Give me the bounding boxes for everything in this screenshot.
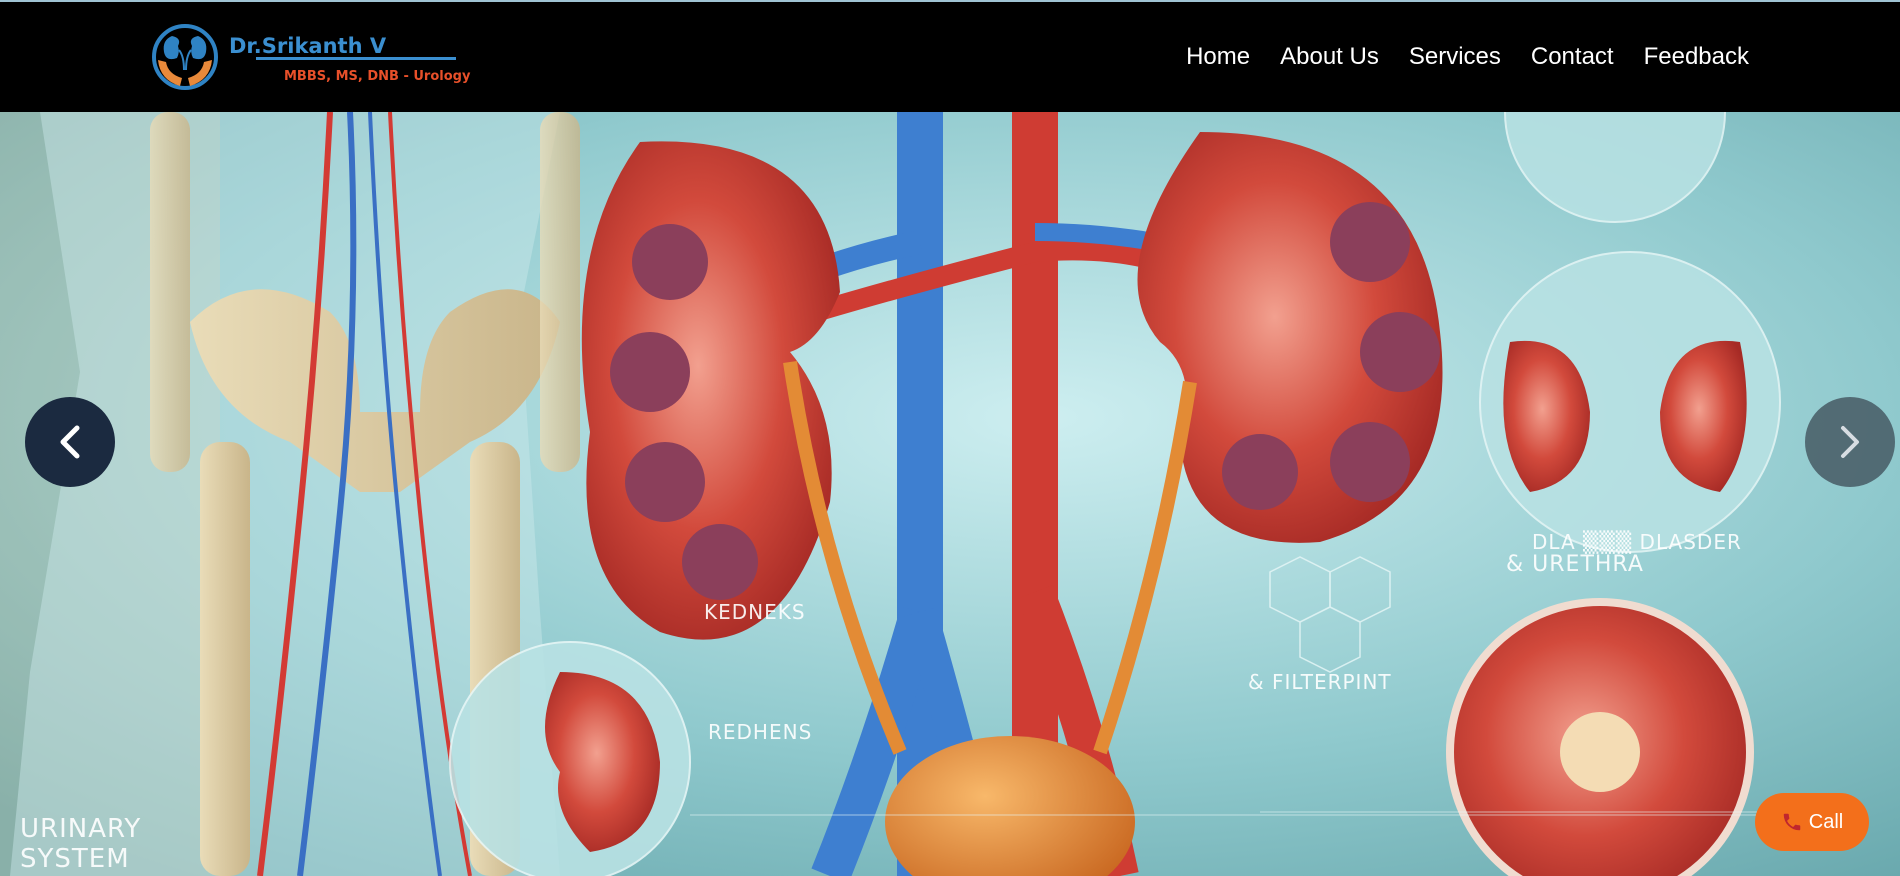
doctor-name: Dr.Srikanth V (229, 34, 387, 58)
urinary-system-illustration (0, 112, 1900, 876)
chevron-right-icon (1841, 426, 1859, 458)
nav-feedback[interactable]: Feedback (1644, 42, 1749, 72)
nav-contact[interactable]: Contact (1531, 42, 1614, 72)
image-label-bladder: DLA ▒▒▒ DLASDER (1532, 530, 1742, 554)
carousel-prev-button[interactable] (25, 397, 115, 487)
kidney-logo-icon (152, 24, 218, 90)
image-label-kedneks: KEDNEKS (704, 600, 806, 624)
call-button-label: Call (1808, 810, 1844, 833)
chevron-left-icon (60, 425, 80, 459)
call-button[interactable]: Call (1755, 793, 1869, 851)
nav-about-us[interactable]: About Us (1280, 42, 1379, 72)
hero-carousel: URINARY SYSTEM KEDNEKS REDHENS & FILTERP… (0, 112, 1900, 876)
brand-underline (256, 57, 456, 60)
carousel-next-button[interactable] (1805, 397, 1895, 487)
doctor-credentials: MBBS, MS, DNB - Urology (284, 69, 471, 84)
main-nav: Home About Us Services Contact Feedback (1156, 42, 1749, 72)
nav-home[interactable]: Home (1186, 42, 1250, 72)
image-label-urinary-system: URINARY SYSTEM (20, 814, 142, 874)
site-logo[interactable]: Dr.Srikanth V MBBS, MS, DNB - Urology (150, 22, 470, 94)
image-label-urethra: & URETHRA (1506, 552, 1644, 577)
nav-services[interactable]: Services (1409, 42, 1501, 72)
phone-icon (1783, 813, 1801, 831)
image-label-filterpint: & FILTERPINT (1248, 670, 1392, 694)
image-label-redhens: REDHENS (708, 720, 813, 744)
site-header: Dr.Srikanth V MBBS, MS, DNB - Urology Ho… (0, 0, 1900, 112)
